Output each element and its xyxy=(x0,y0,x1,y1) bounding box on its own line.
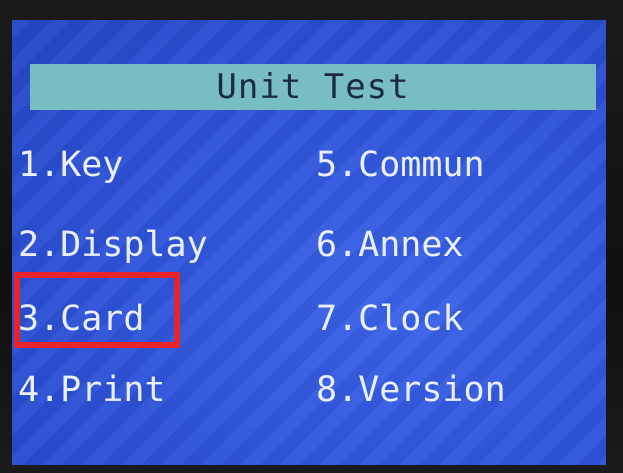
page-title: Unit Test xyxy=(216,67,410,107)
menu-item-key[interactable]: 1.Key xyxy=(18,148,123,183)
menu-item-annex[interactable]: 6.Annex xyxy=(316,228,464,263)
highlight-box xyxy=(14,272,180,348)
menu-item-clock[interactable]: 7.Clock xyxy=(316,302,464,337)
device-bezel: Unit Test 1.Key 2.Display 3.Card 4.Print… xyxy=(0,0,623,473)
title-bar: Unit Test xyxy=(30,64,596,110)
lcd-screen: Unit Test 1.Key 2.Display 3.Card 4.Print… xyxy=(12,20,606,465)
menu-item-print[interactable]: 4.Print xyxy=(18,373,166,408)
menu-item-commun[interactable]: 5.Commun xyxy=(316,148,485,183)
menu-item-display[interactable]: 2.Display xyxy=(18,228,208,263)
menu-item-version[interactable]: 8.Version xyxy=(316,373,506,408)
